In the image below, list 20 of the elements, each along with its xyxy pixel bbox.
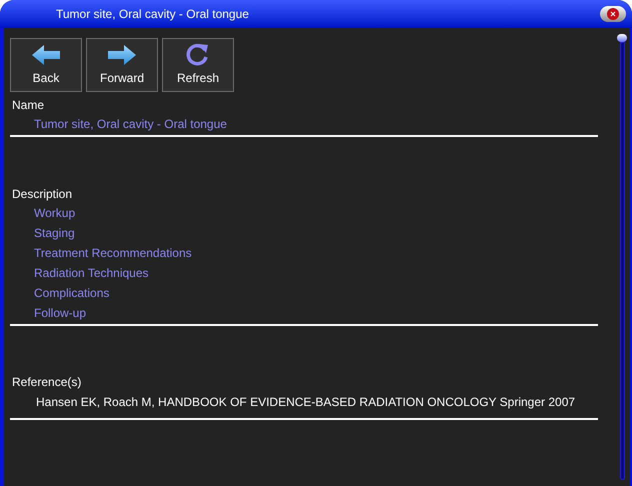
description-link[interactable]: Treatment Recommendations <box>34 244 192 262</box>
reference-text: Hansen EK, Roach M, HANDBOOK OF EVIDENCE-BASED RADIATION ONCOLOGY Springer 2007 <box>35 394 576 411</box>
description-link[interactable]: Workup <box>34 204 76 222</box>
section-heading: Description <box>12 186 72 203</box>
refresh-button[interactable]: Refresh <box>162 38 234 92</box>
forward-button[interactable]: Forward <box>86 38 158 92</box>
back-button[interactable]: Back <box>10 38 82 92</box>
section-heading: Name <box>12 97 44 114</box>
description-link[interactable]: Radiation Techniques <box>34 264 149 282</box>
window-title: Tumor site, Oral cavity - Oral tongue <box>56 6 249 23</box>
description-link[interactable]: Follow-up <box>34 304 86 322</box>
description-link[interactable]: Complications <box>34 284 110 302</box>
name-value: Tumor site, Oral cavity - Oral tongue <box>34 116 227 133</box>
right-arrow-icon <box>107 44 137 66</box>
close-icon <box>607 8 619 20</box>
close-button[interactable] <box>600 6 626 22</box>
description-link[interactable]: Staging <box>34 224 75 242</box>
section-heading: Reference(s) <box>12 374 82 391</box>
left-arrow-icon <box>31 44 61 66</box>
refresh-icon <box>186 42 210 66</box>
